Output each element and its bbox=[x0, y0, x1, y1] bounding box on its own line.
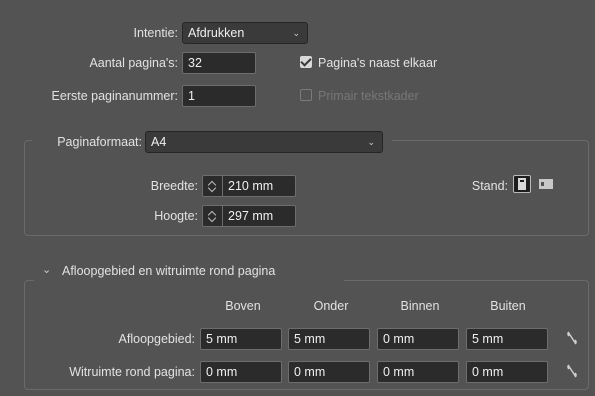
facing-pages-checkbox[interactable] bbox=[300, 56, 312, 68]
bleed-inside-input[interactable]: 0 mm bbox=[377, 328, 459, 350]
chevron-down-icon: ⌄ bbox=[367, 137, 375, 147]
slug-outside-input[interactable]: 0 mm bbox=[466, 361, 548, 383]
height-stepper[interactable] bbox=[202, 205, 222, 227]
page-count-input[interactable]: 32 bbox=[182, 52, 256, 74]
bleed-top-input[interactable]: 5 mm bbox=[200, 328, 282, 350]
portrait-icon[interactable] bbox=[513, 175, 531, 193]
slug-top-input[interactable]: 0 mm bbox=[200, 361, 282, 383]
width-input[interactable]: 210 mm bbox=[222, 175, 296, 197]
page-size-value: A4 bbox=[151, 135, 167, 149]
primary-frame-label: Primair tekstkader bbox=[318, 89, 419, 103]
column-header-top: Boven bbox=[225, 299, 261, 313]
intent-dropdown[interactable]: Afdrukken ⌄ bbox=[182, 22, 308, 44]
height-input[interactable]: 297 mm bbox=[222, 205, 296, 227]
width-stepper[interactable] bbox=[202, 175, 222, 197]
start-page-label: Eerste paginanummer: bbox=[51, 89, 178, 103]
page-count-label: Aantal pagina's: bbox=[89, 56, 178, 70]
page-size-label: Paginaformaat: bbox=[57, 135, 142, 149]
facing-pages-label: Pagina's naast elkaar bbox=[318, 56, 438, 70]
intent-label: Intentie: bbox=[133, 26, 178, 40]
column-header-outside: Buiten bbox=[490, 299, 526, 313]
slug-row-label: Witruimte rond pagina: bbox=[69, 365, 195, 379]
width-label: Breedte: bbox=[150, 179, 198, 193]
unlink-chain-icon[interactable] bbox=[565, 363, 579, 379]
chevron-down-icon: ⌄ bbox=[292, 28, 300, 38]
intent-value: Afdrukken bbox=[188, 26, 245, 40]
page-size-dropdown[interactable]: A4 ⌄ bbox=[145, 131, 383, 153]
slug-bottom-input[interactable]: 0 mm bbox=[288, 361, 370, 383]
bleed-section-title[interactable]: Afloopgebied en witruimte rond pagina bbox=[62, 263, 275, 279]
chevron-down-icon[interactable]: ⌄ bbox=[42, 262, 51, 278]
orientation-label: Stand: bbox=[471, 179, 508, 193]
bleed-bottom-input[interactable]: 5 mm bbox=[288, 328, 370, 350]
bleed-row-label: Afloopgebied: bbox=[118, 332, 195, 346]
unlink-chain-icon[interactable] bbox=[565, 330, 579, 346]
slug-inside-input[interactable]: 0 mm bbox=[377, 361, 459, 383]
landscape-icon[interactable] bbox=[537, 175, 555, 193]
bleed-outside-input[interactable]: 5 mm bbox=[466, 328, 548, 350]
column-header-inside: Binnen bbox=[400, 299, 440, 313]
start-page-input[interactable]: 1 bbox=[182, 85, 256, 107]
height-label: Hoogte: bbox=[154, 209, 198, 223]
column-header-bottom: Onder bbox=[313, 299, 349, 313]
primary-frame-checkbox[interactable] bbox=[300, 89, 312, 101]
